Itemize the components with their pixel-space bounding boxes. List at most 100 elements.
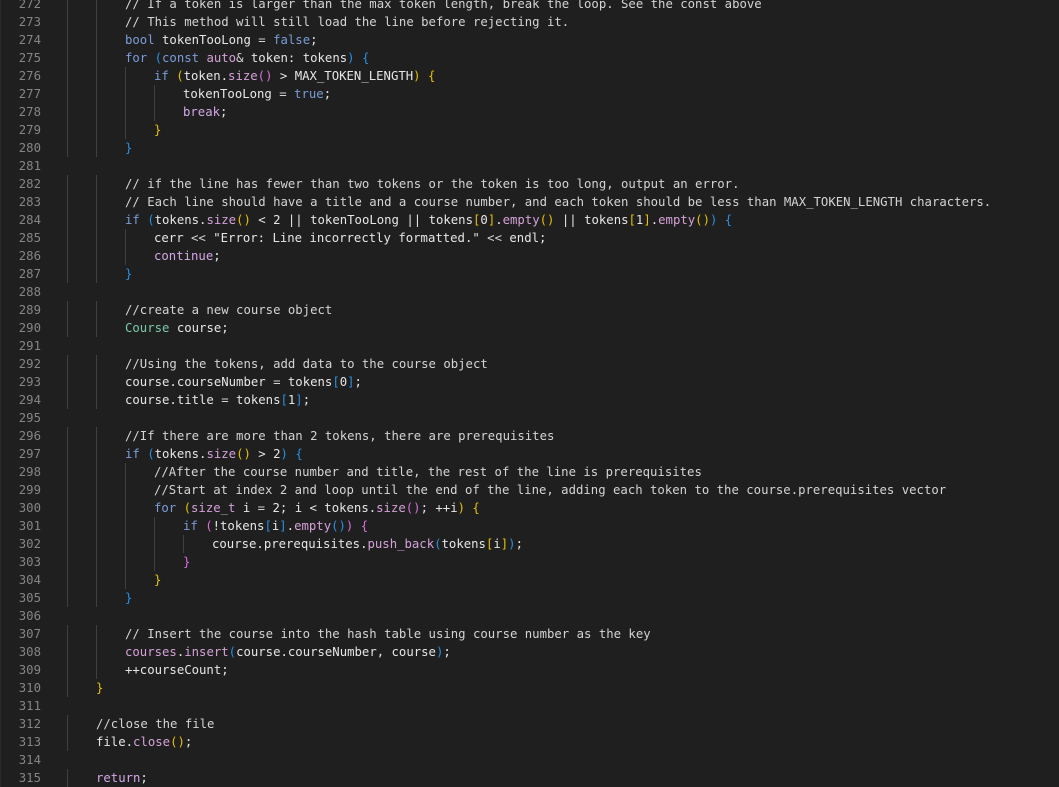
code-line[interactable]: 281	[0, 157, 1059, 175]
code-line[interactable]: 278 break;	[0, 103, 1059, 121]
indent-guide	[67, 31, 68, 49]
indent-guide	[96, 445, 97, 463]
code-line[interactable]: 315 return;	[0, 769, 1059, 787]
code-line[interactable]: 275 for (const auto& token: tokens) {	[0, 49, 1059, 67]
code-line[interactable]: 300 for (size_t i = 2; i < tokens.size();…	[0, 499, 1059, 517]
code-text: courses.insert(course.courseNumber, cour…	[125, 643, 451, 661]
indent-guide	[67, 445, 68, 463]
indent-guide	[96, 301, 97, 319]
code-line[interactable]: 299 //Start at index 2 and loop until the…	[0, 481, 1059, 499]
code-editor[interactable]: 272 // If a token is larger than the max …	[0, 0, 1059, 787]
code-line[interactable]: 290 Course course;	[0, 319, 1059, 337]
indent-guide	[96, 193, 97, 211]
code-line[interactable]: 313 file.close();	[0, 733, 1059, 751]
code-token: {	[360, 519, 369, 533]
code-line[interactable]: 276 if (token.size() > MAX_TOKEN_LENGTH) …	[0, 67, 1059, 85]
indent-guide	[154, 103, 155, 121]
code-text: //After the course number and title, the…	[154, 463, 702, 481]
indent-guide	[67, 85, 68, 103]
code-line[interactable]: 288	[0, 283, 1059, 301]
line-number: 303	[18, 555, 41, 569]
line-number: 273	[18, 15, 41, 29]
code-token: (	[183, 501, 192, 515]
code-text: ++courseCount;	[125, 661, 229, 679]
code-token: course.prerequisites.	[212, 537, 368, 551]
code-line[interactable]: 284 if (tokens.size() < 2 || tokenTooLong…	[0, 211, 1059, 229]
code-line[interactable]: 314	[0, 751, 1059, 769]
code-line[interactable]: 273 // This method will still load the li…	[0, 13, 1059, 31]
indent-guide	[67, 391, 68, 409]
code-line[interactable]: 309 ++courseCount;	[0, 661, 1059, 679]
code-line[interactable]: 286 continue;	[0, 247, 1059, 265]
code-line[interactable]: 304}	[0, 571, 1059, 589]
code-line[interactable]: 306	[0, 607, 1059, 625]
code-line[interactable]: 301 if (!tokens[i].empty()) {	[0, 517, 1059, 535]
code-token: .	[495, 213, 503, 227]
code-line[interactable]: 291	[0, 337, 1059, 355]
code-token: Course	[125, 321, 170, 335]
line-number: 304	[18, 573, 41, 587]
indent-guide	[154, 535, 155, 553]
line-number: 283	[18, 195, 41, 209]
code-text: }	[154, 571, 161, 589]
code-line[interactable]: 274 bool tokenTooLong = false;	[0, 31, 1059, 49]
code-line[interactable]: 298 //After the course number and title, …	[0, 463, 1059, 481]
code-line[interactable]: 283 // Each line should have a title and …	[0, 193, 1059, 211]
code-token: )	[347, 51, 355, 65]
code-line[interactable]: 293 course.courseNumber = tokens[0];	[0, 373, 1059, 391]
indent-guide	[125, 85, 126, 103]
code-token: ;	[323, 87, 332, 101]
indent-guide	[125, 499, 126, 517]
code-token: //close the file	[96, 717, 215, 731]
code-token: // If a token is larger than the max tok…	[125, 0, 762, 11]
indent-guide	[96, 481, 97, 499]
code-line[interactable]: 303}	[0, 553, 1059, 571]
code-lines[interactable]: 272 // If a token is larger than the max …	[0, 0, 1059, 787]
code-line[interactable]: 312 //close the file	[0, 715, 1059, 733]
line-number: 293	[18, 375, 41, 389]
code-token: close	[133, 735, 171, 749]
code-line[interactable]: 302 course.prerequisites.push_back(tokens…	[0, 535, 1059, 553]
indent-guide	[67, 463, 68, 481]
code-text: continue;	[154, 247, 221, 265]
code-text: // This method will still load the line …	[125, 13, 569, 31]
indent-guide	[67, 211, 68, 229]
code-line[interactable]: 285 cerr << "Error: Line incorrectly form…	[0, 229, 1059, 247]
code-line[interactable]: 307 // Insert the course into the hash ta…	[0, 625, 1059, 643]
indent-guide	[96, 247, 97, 265]
code-token: &	[236, 51, 244, 65]
indent-guide	[125, 67, 126, 85]
code-line[interactable]: 272 // If a token is larger than the max …	[0, 0, 1059, 13]
code-token: [	[628, 213, 636, 227]
indent-guide	[96, 0, 97, 13]
code-line[interactable]: 289 //create a new course object	[0, 301, 1059, 319]
code-token: // This method will still load the line …	[125, 15, 570, 29]
code-token: {	[724, 213, 733, 227]
code-line[interactable]: 311	[0, 697, 1059, 715]
code-line[interactable]: 277 tokenTooLong = true;	[0, 85, 1059, 103]
line-number: 310	[18, 681, 41, 695]
code-line[interactable]: 308 courses.insert(course.courseNumber, c…	[0, 643, 1059, 661]
code-token: )	[413, 69, 421, 83]
code-line[interactable]: 292 //Using the tokens, add data to the c…	[0, 355, 1059, 373]
indent-guide	[67, 265, 68, 283]
line-number: 306	[18, 609, 41, 623]
code-line[interactable]: 279}	[0, 121, 1059, 139]
code-line[interactable]: 287}	[0, 265, 1059, 283]
indent-guide	[67, 373, 68, 391]
code-line[interactable]: 297 if (tokens.size() > 2) {	[0, 445, 1059, 463]
code-line[interactable]: 310}	[0, 679, 1059, 697]
code-line[interactable]: 280}	[0, 139, 1059, 157]
indent-guide	[96, 211, 97, 229]
code-line[interactable]: 305}	[0, 589, 1059, 607]
code-line[interactable]: 295	[0, 409, 1059, 427]
code-token: ;	[443, 645, 451, 659]
code-text: if (!tokens[i].empty()) {	[183, 517, 368, 535]
code-line[interactable]: 296 //If there are more than 2 tokens, th…	[0, 427, 1059, 445]
code-token: <<	[487, 231, 502, 245]
code-line[interactable]: 294 course.title = tokens[1];	[0, 391, 1059, 409]
code-line[interactable]: 282 // if the line has fewer than two tok…	[0, 175, 1059, 193]
